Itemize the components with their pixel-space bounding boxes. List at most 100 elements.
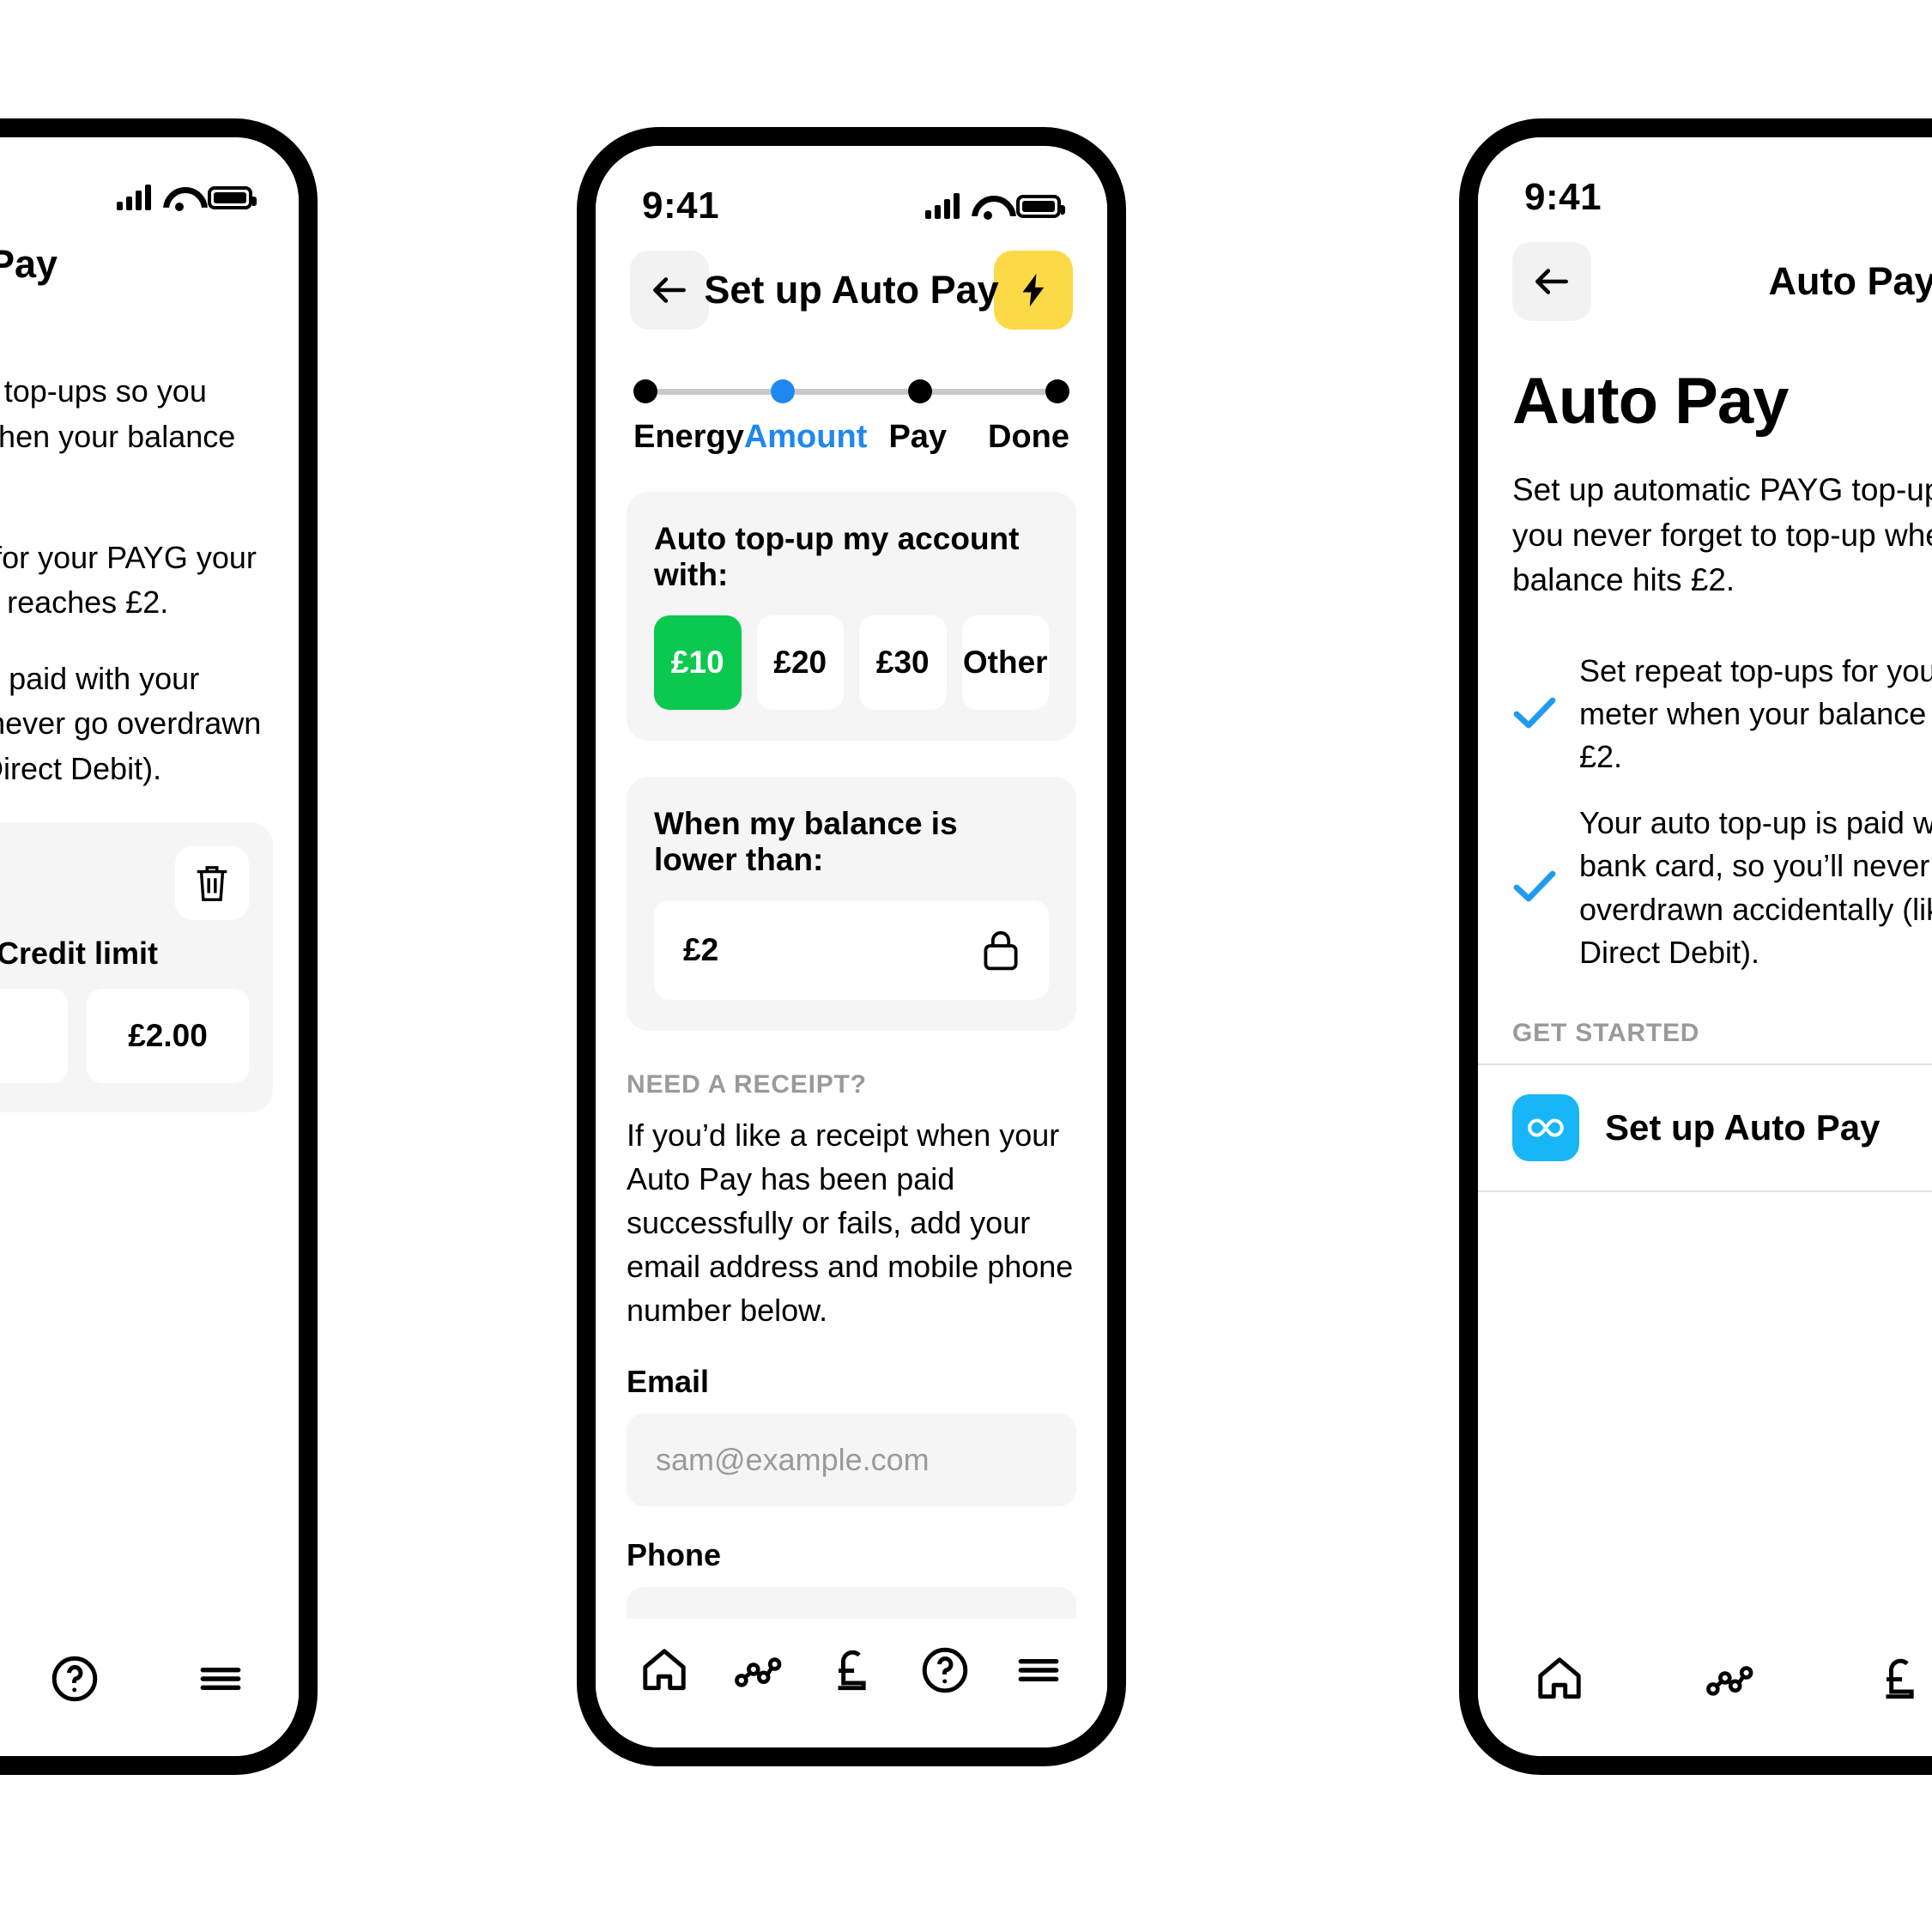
- benefit-text: Set repeat top-ups for your PAYG meter w…: [1579, 652, 1932, 775]
- credit-limit-label: Credit limit: [0, 936, 158, 972]
- step-dot-pay[interactable]: [908, 379, 932, 403]
- phone-middle: 9:41 Set up Auto Pay Energy Amount Pay D…: [577, 127, 1126, 1766]
- tab-home[interactable]: [638, 1644, 691, 1697]
- page-title: Auto Pay: [1768, 259, 1932, 303]
- balance-threshold-field[interactable]: £2: [654, 900, 1049, 1000]
- tab-help[interactable]: [918, 1644, 972, 1697]
- status-time: 9:41: [642, 185, 720, 227]
- amount-option-other[interactable]: Other: [961, 615, 1049, 710]
- email-input[interactable]: sam@example.com: [627, 1413, 1076, 1506]
- arrow-left-icon: [1535, 269, 1568, 294]
- stepper-labels: Energy Amount Pay Done: [633, 419, 1069, 456]
- balance-card-title: When my balance is lower than:: [654, 806, 958, 877]
- middle-navbar: Set up Auto Pay: [596, 228, 1107, 330]
- topup-amount-options: £10 £20 £30 Other: [654, 615, 1049, 710]
- usage-graph-icon: [735, 1657, 782, 1687]
- receipt-body: If you’d like a receipt when your Auto P…: [627, 1117, 1074, 1329]
- tab-pay[interactable]: [1873, 1652, 1926, 1705]
- help-circle-icon: [922, 1647, 968, 1693]
- right-benefits-list: Set repeat top-ups for your PAYG meter w…: [1478, 603, 1932, 975]
- tab-menu[interactable]: [1012, 1644, 1065, 1697]
- phone-right: 9:41 Auto Pay Auto Pay Set up automatic …: [1459, 118, 1932, 1775]
- amount-option-10[interactable]: £10: [654, 615, 742, 710]
- infinity-icon: [1528, 1118, 1564, 1137]
- phone-label: Phone: [627, 1536, 722, 1572]
- receipt-section: NEED A RECEIPT? If you’d like a receipt …: [596, 1031, 1107, 1680]
- step-dot-done[interactable]: [1045, 379, 1069, 403]
- benefit-text: Your auto top-up is paid with your bank …: [1579, 804, 1932, 970]
- step-label-pay: Pay: [888, 419, 948, 455]
- list-item-set-up-auto-pay[interactable]: Set up Auto Pay: [1478, 1065, 1932, 1190]
- right-tab-bar: [1478, 1627, 1932, 1756]
- right-navbar: Auto Pay: [1478, 220, 1932, 321]
- credit-limit-field-left[interactable]: [0, 989, 68, 1084]
- left-paragraph-3: op-up is paid with your bank ll never go…: [0, 660, 262, 786]
- right-status-bar: 9:41: [1478, 137, 1932, 220]
- lock-icon: [984, 930, 1018, 971]
- check-icon: [1512, 868, 1557, 908]
- benefit-item: Set repeat top-ups for your PAYG meter w…: [1512, 650, 1932, 779]
- auto-pay-tile: [1512, 1094, 1579, 1162]
- trash-icon: [197, 866, 227, 902]
- cellular-signal-icon: [117, 185, 151, 210]
- battery-icon: [1016, 194, 1065, 218]
- back-button[interactable]: [1512, 242, 1591, 321]
- balance-threshold-card: When my balance is lower than: £2: [627, 777, 1076, 1031]
- amount-option-20[interactable]: £20: [756, 615, 844, 710]
- arrow-left-icon: [653, 277, 686, 303]
- receipt-eyebrow: NEED A RECEIPT?: [627, 1070, 867, 1099]
- tab-home[interactable]: [1533, 1652, 1586, 1705]
- email-label: Email: [627, 1363, 710, 1399]
- left-navbar: Auto Pay: [0, 220, 299, 287]
- help-circle-icon: [51, 1656, 98, 1702]
- middle-screen: 9:41 Set up Auto Pay Energy Amount Pay D…: [596, 146, 1107, 1747]
- tab-usage[interactable]: [1703, 1652, 1756, 1705]
- pound-icon: [838, 1650, 866, 1691]
- credit-limit-fields: £2.00: [0, 989, 249, 1084]
- phone-left: Auto Pay c PAYG top-ups so you never whe…: [0, 118, 318, 1775]
- tab-menu[interactable]: [194, 1652, 247, 1705]
- step-label-done: Done: [988, 419, 1070, 455]
- back-button[interactable]: [630, 251, 709, 330]
- tab-pay[interactable]: [825, 1644, 878, 1697]
- step-dot-energy[interactable]: [633, 379, 657, 403]
- step-connector-2: [795, 388, 908, 395]
- tab-help[interactable]: [48, 1652, 101, 1705]
- status-time: 9:41: [1524, 176, 1602, 218]
- cellular-signal-icon: [925, 193, 960, 219]
- stepper-track: [633, 379, 1069, 403]
- step-connector-1: [657, 388, 771, 395]
- left-tab-bar: [0, 1627, 299, 1756]
- tab-usage[interactable]: [731, 1644, 784, 1697]
- step-dot-amount[interactable]: [771, 379, 795, 403]
- left-page-title: Auto Pay: [0, 242, 58, 286]
- right-lead-text: Set up automatic PAYG top-ups so you nev…: [1512, 472, 1932, 598]
- topup-card-title: Auto top-up my account with:: [654, 521, 1020, 592]
- menu-icon: [200, 1667, 241, 1691]
- step-label-energy: Energy: [633, 419, 744, 455]
- left-paragraph-2: op-ups for your PAYG your balance reache…: [0, 539, 257, 621]
- wifi-icon: [972, 194, 1004, 220]
- wifi-icon: [163, 185, 196, 211]
- usage-graph-icon: [1706, 1666, 1753, 1696]
- menu-icon: [1018, 1658, 1058, 1682]
- check-icon: [1512, 694, 1557, 735]
- status-icons: [925, 193, 1065, 220]
- left-screen: Auto Pay c PAYG top-ups so you never whe…: [0, 137, 299, 1756]
- amount-option-30[interactable]: £30: [859, 615, 947, 710]
- pound-icon: [1886, 1658, 1914, 1699]
- balance-threshold-value: £2: [683, 932, 719, 967]
- left-paragraph-1: c PAYG top-ups so you never when your ba…: [0, 373, 236, 454]
- credit-limit-card: Credit limit £2.00: [0, 822, 273, 1113]
- delete-button[interactable]: [175, 846, 249, 921]
- step-connector-3: [932, 388, 1045, 395]
- energy-action-button[interactable]: [994, 251, 1073, 330]
- setup-stepper: Energy Amount Pay Done: [596, 330, 1107, 456]
- right-screen: 9:41 Auto Pay Auto Pay Set up automatic …: [1478, 137, 1932, 1756]
- home-icon: [1538, 1657, 1581, 1699]
- lightning-bolt-icon: [1022, 273, 1045, 307]
- left-body: c PAYG top-ups so you never when your ba…: [0, 287, 299, 791]
- credit-limit-value[interactable]: £2.00: [87, 989, 249, 1084]
- topup-amount-card: Auto top-up my account with: £10 £20 £30…: [627, 492, 1076, 741]
- right-heading: Auto Pay: [1512, 365, 1789, 438]
